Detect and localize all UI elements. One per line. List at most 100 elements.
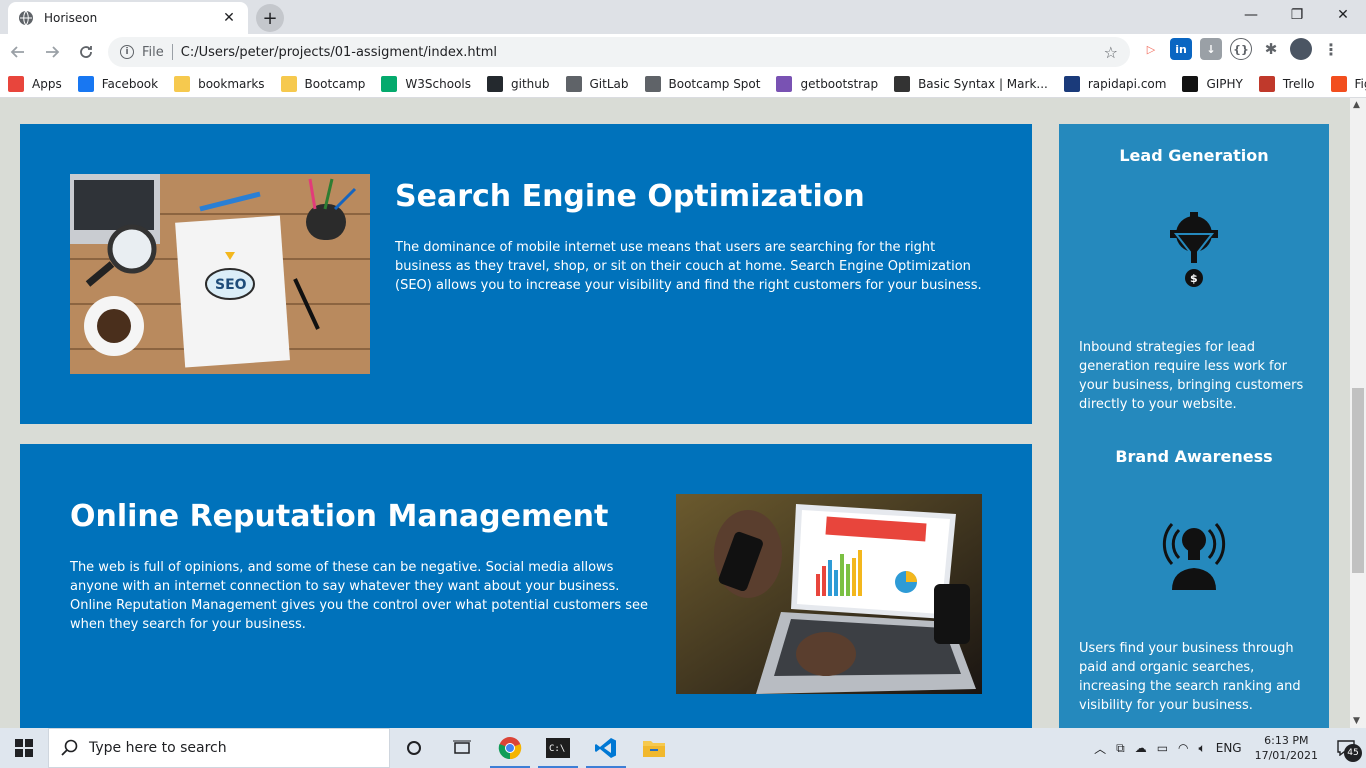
bookmark-label: GitLab	[589, 76, 629, 91]
browser-tab-strip: Horiseon ✕ + — ❐ ✕	[0, 0, 1366, 34]
bookmark-label: Facebook	[101, 76, 159, 91]
bookmark-star-icon[interactable]: ☆	[1104, 43, 1118, 62]
bookmark-item[interactable]: bookmarks	[174, 75, 265, 92]
cortana-button[interactable]	[390, 728, 438, 768]
page-scrollbar[interactable]: ▲ ▼	[1350, 98, 1366, 728]
reload-button[interactable]	[70, 36, 102, 68]
folder-icon	[280, 75, 297, 92]
benefits-sidebar: Lead Generation $ Inbound strategies for…	[1059, 124, 1329, 728]
back-button[interactable]	[2, 36, 34, 68]
chrome-icon	[498, 737, 522, 760]
bookmark-label: W3Schools	[405, 76, 472, 91]
bookmark-label: bookmarks	[198, 76, 265, 91]
vscode-taskbar-button[interactable]	[582, 728, 630, 768]
meet-now-icon[interactable]: ⧉	[1116, 741, 1125, 756]
bootstrap-icon	[776, 75, 793, 92]
wifi-icon[interactable]: ◠	[1178, 741, 1188, 755]
start-button[interactable]	[0, 728, 48, 768]
bookmark-label: github	[511, 76, 550, 91]
bookmark-item[interactable]: getbootstrap	[776, 75, 878, 92]
reload-icon	[80, 46, 92, 58]
bookmark-item[interactable]: rapidapi.com	[1063, 75, 1167, 92]
volume-icon[interactable]: 🔈︎	[1199, 741, 1206, 756]
figma-icon	[1330, 75, 1347, 92]
bookmark-label: Bootcamp	[304, 76, 366, 91]
minimize-button[interactable]: —	[1228, 0, 1274, 30]
bookmark-item[interactable]: Basic Syntax | Mark...	[894, 75, 1048, 92]
bookmark-item[interactable]: Apps	[8, 75, 62, 92]
clock[interactable]: 6:13 PM 17/01/2021	[1255, 733, 1318, 763]
scroll-down-arrow-icon[interactable]: ▼	[1353, 716, 1360, 726]
svg-text:SEO: SEO	[215, 277, 247, 293]
seo-body: The dominance of mobile internet use mea…	[395, 240, 982, 293]
bookmark-item[interactable]: Facebook	[77, 75, 159, 92]
page-viewport: SEO Search Engine Optimization The domin…	[0, 98, 1350, 728]
svg-text:$: $	[1190, 272, 1198, 285]
scheme-label: File	[142, 44, 164, 60]
bookmark-label: rapidapi.com	[1087, 76, 1167, 91]
info-icon[interactable]: i	[120, 45, 134, 59]
address-bar[interactable]: i File C:/Users/peter/projects/01-assigm…	[108, 37, 1130, 67]
puzzle-extensions-icon[interactable]: ✱	[1260, 38, 1282, 60]
window-controls: — ❐ ✕	[1228, 0, 1366, 30]
profile-avatar[interactable]	[1290, 38, 1312, 60]
lead-generation-title: Lead Generation	[1119, 146, 1269, 165]
scroll-thumb[interactable]	[1352, 388, 1364, 573]
file-explorer-taskbar-button[interactable]	[630, 728, 678, 768]
bookmark-label: Figma	[1354, 76, 1366, 91]
linkedin-extension-icon[interactable]: in	[1170, 38, 1192, 60]
cortana-circle-icon	[407, 741, 421, 755]
battery-icon[interactable]: ▭	[1157, 741, 1168, 755]
windows-taskbar: Type here to search C:\ ︿ ⧉ ☁ ▭ ◠ 🔈︎ ENG…	[0, 728, 1366, 768]
language-indicator[interactable]: ENG	[1216, 741, 1242, 755]
lead-generation-icon: $	[1170, 212, 1218, 287]
arrow-left-icon	[10, 46, 24, 58]
onedrive-cloud-icon[interactable]: ☁	[1135, 741, 1147, 755]
scroll-up-arrow-icon[interactable]: ▲	[1353, 100, 1360, 110]
forward-button[interactable]	[36, 36, 68, 68]
search-placeholder: Type here to search	[89, 740, 227, 756]
trello-icon	[1258, 75, 1275, 92]
bookmark-item[interactable]: W3Schools	[381, 75, 472, 92]
terminal-icon: C:\	[546, 738, 570, 758]
url-text[interactable]: C:/Users/peter/projects/01-assigment/ind…	[181, 45, 1104, 60]
new-tab-button[interactable]: +	[256, 4, 284, 32]
lead-generation-body: Inbound strategies for lead generation r…	[1079, 340, 1304, 412]
markdown-icon	[894, 75, 911, 92]
cast-extension-icon[interactable]: ▷	[1140, 38, 1162, 60]
chevron-up-icon[interactable]: ︿	[1094, 740, 1106, 757]
bookmark-item[interactable]: Bootcamp Spot	[644, 75, 760, 92]
bookmark-item[interactable]: Trello	[1258, 75, 1315, 92]
bookmark-label: GIPHY	[1206, 76, 1243, 91]
menu-kebab-icon[interactable]: ⋮	[1320, 38, 1342, 60]
close-tab-icon[interactable]: ✕	[220, 10, 238, 26]
bookmark-item[interactable]: github	[487, 75, 550, 92]
clock-time: 6:13 PM	[1264, 734, 1309, 747]
arrow-right-icon	[46, 46, 60, 58]
chrome-taskbar-button[interactable]	[486, 728, 534, 768]
download-extension-icon[interactable]: ↓	[1200, 38, 1222, 60]
taskbar-search-input[interactable]: Type here to search	[48, 728, 390, 768]
system-tray: ︿ ⧉ ☁ ▭ ◠ 🔈︎ ENG 6:13 PM 17/01/2021 45	[1089, 728, 1366, 768]
bookmark-item[interactable]: Bootcamp	[280, 75, 366, 92]
bookmark-item[interactable]: GIPHY	[1182, 75, 1243, 92]
reputation-image	[676, 494, 982, 694]
globe-icon	[19, 10, 33, 26]
seo-title: Search Engine Optimization	[395, 179, 865, 214]
clock-date: 17/01/2021	[1254, 749, 1318, 762]
folder-icon	[643, 741, 665, 757]
terminal-taskbar-button[interactable]: C:\	[534, 728, 582, 768]
brand-awareness-title: Brand Awareness	[1115, 447, 1273, 466]
json-extension-icon[interactable]: {}	[1230, 38, 1252, 60]
extension-icons: ▷ in ↓ {} ✱ ⋮	[1140, 38, 1342, 60]
restore-button[interactable]: ❐	[1274, 0, 1320, 30]
notifications-button[interactable]: 45	[1326, 728, 1366, 768]
bookmark-item[interactable]: GitLab	[565, 75, 629, 92]
task-view-button[interactable]	[438, 728, 486, 768]
w3schools-icon	[381, 75, 398, 92]
bookmark-item[interactable]: Figma	[1330, 75, 1366, 92]
browser-toolbar: i File C:/Users/peter/projects/01-assigm…	[0, 34, 1366, 70]
close-window-button[interactable]: ✕	[1320, 0, 1366, 30]
browser-tab[interactable]: Horiseon ✕	[8, 2, 248, 34]
github-icon	[487, 75, 504, 92]
